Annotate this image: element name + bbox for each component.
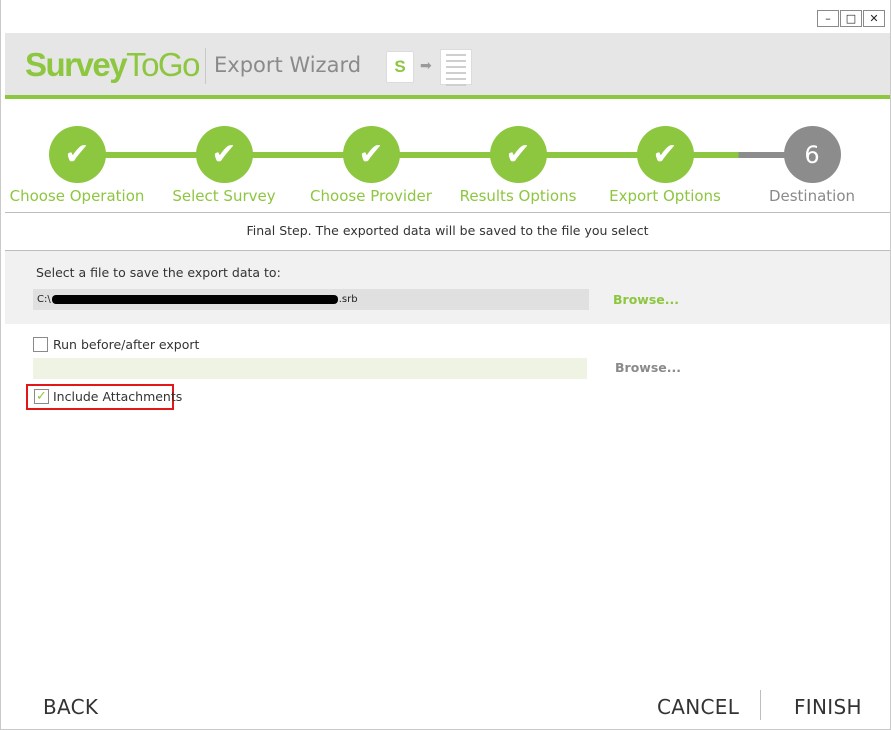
include-attachments-label[interactable]: Include Attachments (53, 389, 182, 404)
checkmark-icon: ✓ (36, 389, 47, 404)
step-number: 6 (783, 126, 841, 183)
file-path-prefix: C:\ (37, 294, 51, 305)
step-label: Choose Operation (9, 187, 145, 205)
file-path-suffix: .srb (338, 294, 358, 305)
run-before-after-checkbox[interactable] (33, 337, 48, 352)
step-destination: 6 Destination (737, 126, 887, 205)
file-selection-label: Select a file to save the export data to… (36, 265, 281, 280)
page-title: Export Wizard (214, 53, 362, 77)
minimize-button[interactable]: – (817, 10, 839, 27)
divider (5, 212, 890, 213)
step-complete-icon: ✔ (342, 126, 400, 183)
step-export-options: ✔ Export Options (590, 126, 740, 205)
footer-divider (760, 690, 761, 720)
step-results-options: ✔ Results Options (443, 126, 593, 205)
step-label: Destination (768, 187, 856, 205)
finish-button[interactable]: FINISH (794, 695, 862, 719)
export-wizard-window: – □ ✕ SurveyToGo Export Wizard S ➡ ✔ Choo… (0, 0, 891, 730)
step-label: Select Survey (172, 187, 276, 205)
include-attachments-checkbox[interactable]: ✓ (34, 389, 49, 404)
back-button[interactable]: BACK (43, 695, 98, 719)
maximize-button[interactable]: □ (840, 10, 862, 27)
step-description: Final Step. The exported data will be sa… (246, 223, 649, 238)
step-label: Choose Provider (310, 187, 432, 205)
cancel-button[interactable]: CANCEL (657, 695, 739, 719)
step-complete-icon: ✔ (636, 126, 694, 183)
wizard-header: SurveyToGo Export Wizard S ➡ (5, 33, 890, 99)
step-choose-operation: ✔ Choose Operation (2, 126, 152, 205)
step-complete-icon: ✔ (48, 126, 106, 183)
browse-file-button[interactable]: Browse... (613, 292, 679, 307)
file-path-field[interactable]: C:\ .srb (33, 289, 589, 310)
step-select-survey: ✔ Select Survey (149, 126, 299, 205)
export-illustration: S ➡ (386, 49, 472, 86)
redacted-path (51, 294, 338, 304)
survey-doc-icon: S (386, 51, 414, 83)
wizard-stepper: ✔ Choose Operation ✔ Select Survey ✔ Choose P… (5, 103, 890, 213)
step-complete-icon: ✔ (195, 126, 253, 183)
header-divider (205, 48, 206, 84)
surveytogo-logo: SurveyToGo (25, 45, 200, 85)
arrow-right-icon: ➡ (420, 58, 432, 74)
browse-run-button[interactable]: Browse... (615, 360, 681, 375)
run-command-field[interactable] (33, 358, 587, 379)
step-choose-provider: ✔ Choose Provider (296, 126, 446, 205)
document-icon (440, 49, 472, 86)
close-button[interactable]: ✕ (863, 10, 885, 27)
logo-togo-text: ToGo (126, 46, 200, 83)
run-before-after-label[interactable]: Run before/after export (53, 337, 199, 352)
window-controls: – □ ✕ (816, 10, 885, 27)
step-label: Results Options (459, 187, 577, 205)
step-complete-icon: ✔ (489, 126, 547, 183)
logo-survey-text: Survey (25, 46, 128, 83)
step-label: Export Options (609, 187, 721, 205)
file-selection-section: Select a file to save the export data to… (5, 251, 890, 324)
